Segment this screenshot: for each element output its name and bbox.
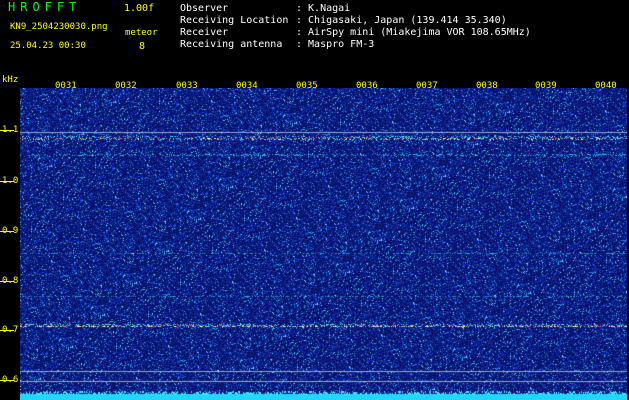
app-title: HROFFT	[8, 0, 82, 14]
filename-label: KN9_2504230030.png	[10, 22, 108, 32]
spectrogram-canvas[interactable]	[20, 88, 627, 400]
header-panel: HROFFT 1.00f KN9_2504230030.png 25.04.23…	[0, 0, 629, 74]
y-tick-mark	[0, 330, 14, 331]
y-tick-mark	[0, 130, 14, 131]
mode-label: meteor	[125, 28, 158, 38]
location-value: : Chigasaki, Japan (139.414 35.340)	[296, 15, 507, 26]
receiver-label: Receiver	[180, 27, 229, 38]
version-label: 1.00f	[124, 3, 155, 14]
y-tick-mark	[0, 281, 14, 282]
y-tick-mark	[0, 231, 14, 232]
observer-value: : K.Nagai	[296, 3, 351, 14]
antenna-label: Receiving antenna	[180, 39, 283, 50]
y-tick-mark	[0, 181, 14, 182]
location-label: Receiving Location	[180, 15, 289, 26]
datetime-label: 25.04.23 00:30	[10, 41, 86, 51]
y-axis-unit: kHz	[2, 75, 19, 85]
observer-label: Observer	[180, 3, 229, 14]
antenna-value: : Maspro FM-3	[296, 39, 375, 50]
y-tick-mark	[0, 380, 14, 381]
mode-value: 8	[139, 41, 146, 52]
receiver-value: : AirSpy mini (Miakejima VOR 108.65MHz)	[296, 27, 531, 38]
